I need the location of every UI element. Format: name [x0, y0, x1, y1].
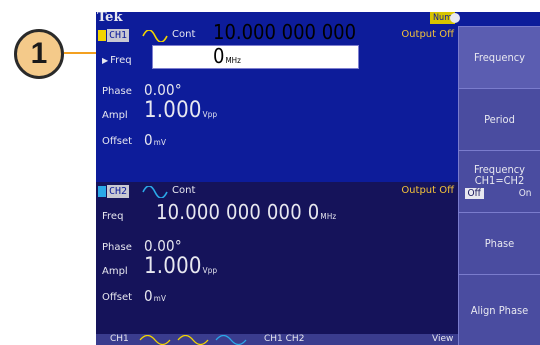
- callout-number: 1: [30, 37, 48, 70]
- callout-marker: 1: [14, 29, 64, 79]
- ch2-freq-value: 10.000 000 000 0MHz: [156, 200, 337, 224]
- ch1-offset-label: Offset: [102, 136, 133, 147]
- tab-view[interactable]: View: [432, 334, 453, 345]
- toggle-on-option[interactable]: On: [516, 188, 535, 199]
- phase-softkey[interactable]: Phase: [458, 212, 540, 274]
- ch2-ampl-label: Ampl: [102, 266, 128, 277]
- ch1-output-status: Output Off: [401, 29, 454, 40]
- tab-ch1-ch2[interactable]: CH1 CH2: [264, 334, 304, 345]
- on-off-toggle[interactable]: Off On: [464, 188, 535, 199]
- ch2-freq-label: Freq: [102, 211, 124, 222]
- waveform-tab-icons: [139, 335, 247, 345]
- ch2-ampl-value: 1.000Vpp: [144, 254, 218, 279]
- sine-wave-icon: [142, 186, 168, 198]
- ch1-freq-value: 10.000 000 000 0MHz: [213, 20, 357, 68]
- ch2-phase-label: Phase: [102, 242, 132, 253]
- ch2-offset-row[interactable]: Offset 0mV: [96, 280, 458, 306]
- ch1-freq-label: ▶ Freq: [102, 55, 132, 66]
- period-softkey[interactable]: Period: [458, 88, 540, 150]
- ch2-offset-label: Offset: [102, 292, 133, 303]
- channel-2-panel[interactable]: CH2 Cont Output Off Freq 10.000 000 000 …: [96, 182, 458, 334]
- ch1-freq-row[interactable]: ▶ Freq 10.000 000 000 0MHz: [96, 20, 458, 69]
- ch1-phase-label: Phase: [102, 86, 132, 97]
- ch2-header: CH2 Cont Output Off: [96, 185, 458, 199]
- ch2-run-mode: Cont: [172, 185, 196, 196]
- bottom-tab-bar: CH1 CH1 CH2 View: [96, 334, 458, 345]
- instrument-screen: Tek Num CH1 Cont Output Off ▶ Freq 10.000…: [96, 12, 540, 345]
- freq-ch-line2: CH1=CH2: [474, 174, 525, 187]
- align-phase-softkey[interactable]: Align Phase: [458, 274, 540, 345]
- ch1-ampl-row[interactable]: Ampl 1.000Vpp: [96, 98, 458, 124]
- ch2-output-status: Output Off: [401, 185, 454, 196]
- ch2-ampl-row[interactable]: Ampl 1.000Vpp: [96, 254, 458, 280]
- selection-arrow-icon: ▶: [102, 56, 109, 65]
- ch1-offset-row[interactable]: Offset 0mV: [96, 124, 458, 150]
- sine-wave-icon: [142, 30, 168, 42]
- softkey-menu: Frequency Period Frequency CH1=CH2 Off O…: [458, 26, 540, 345]
- lock-icon: [450, 13, 460, 23]
- tab-ch1[interactable]: CH1: [110, 334, 129, 345]
- ch1-ampl-value: 1.000Vpp: [144, 98, 218, 123]
- ch1-label: CH1: [107, 29, 130, 42]
- ch1-phase-value: 0.00°: [144, 81, 182, 99]
- ch2-offset-value: 0mV: [144, 287, 167, 305]
- channel-1-panel[interactable]: CH1 Cont Output Off ▶ Freq 10.000 000 000…: [96, 20, 458, 181]
- ch1-freq-input[interactable]: 10.000 000 000 0MHz: [152, 20, 359, 69]
- ch1-run-mode: Cont: [172, 29, 196, 40]
- ch2-phase-value: 0.00°: [144, 237, 182, 255]
- toggle-off-option[interactable]: Off: [464, 188, 484, 199]
- ch2-color-swatch: [98, 186, 106, 197]
- ch2-label: CH2: [107, 185, 130, 198]
- frequency-softkey[interactable]: Frequency: [458, 26, 540, 88]
- brand-logo: Tek: [97, 12, 123, 25]
- ch1-phase-row[interactable]: Phase 0.00°: [96, 74, 458, 100]
- ch2-freq-row[interactable]: Freq 10.000 000 000 0MHz: [96, 199, 458, 225]
- ch1-offset-value: 0mV: [144, 131, 167, 149]
- ch1-ampl-label: Ampl: [102, 110, 128, 121]
- ch1-color-swatch: [98, 30, 106, 41]
- frequency-ch1-ch2-softkey[interactable]: Frequency CH1=CH2 Off On: [458, 150, 540, 212]
- ch2-phase-row[interactable]: Phase 0.00°: [96, 230, 458, 256]
